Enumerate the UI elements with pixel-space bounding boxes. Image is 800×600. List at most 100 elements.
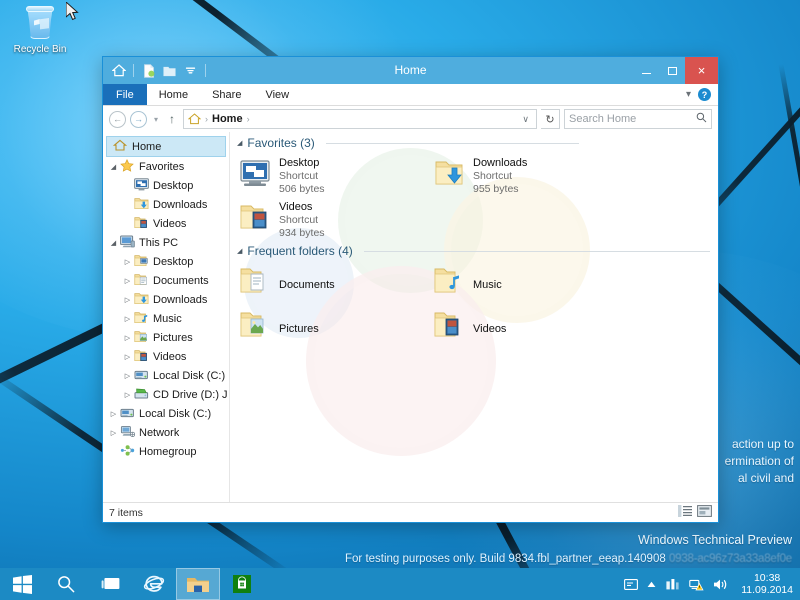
address-bar[interactable]: › Home › ∨ [183,109,537,129]
sidebar-item-this-pc[interactable]: ◢This PC [103,233,229,252]
search-input[interactable]: Search Home [569,113,696,125]
sidebar-item-desktop[interactable]: ▷Desktop [103,252,229,271]
expander-icon[interactable]: ▷ [121,296,134,304]
address-bar-row[interactable]: ← → ▾ ↑ › Home › ∨ ↻ Search Home [103,106,718,132]
back-button[interactable]: ← [109,111,126,128]
taskbar[interactable]: 10:38 11.09.2014 [0,568,800,600]
expander-icon[interactable]: ◢ [107,239,120,247]
sidebar-item-favorites[interactable]: ◢Favorites [103,157,229,176]
sidebar-item-music[interactable]: ▷Music [103,309,229,328]
list-item[interactable]: Downloads Shortcut 955 bytes [432,156,527,196]
forward-button[interactable]: → [130,111,147,128]
volume-icon[interactable] [713,578,729,591]
sidebar-item-documents[interactable]: ▷Documents [103,271,229,290]
up-button[interactable]: ↑ [165,112,179,126]
item-name: Downloads [473,157,527,170]
customize-dropdown-icon[interactable] [181,61,200,80]
close-button[interactable]: × [685,57,718,84]
breadcrumb-separator[interactable]: › [247,114,250,124]
network-warning-icon[interactable] [689,578,704,591]
sidebar-item-pictures[interactable]: ▷Pictures [103,328,229,347]
expander-icon[interactable]: ▷ [121,372,134,380]
group-header-favorites[interactable]: ◢ Favorites (3) [234,136,579,150]
tab-share[interactable]: Share [200,84,253,105]
internet-explorer-button[interactable] [132,568,176,600]
sidebar-item-videos[interactable]: ▷Videos [103,347,229,366]
expander-icon[interactable]: ▷ [121,277,134,285]
sidebar-item-desktop[interactable]: Desktop [103,176,229,195]
refresh-button[interactable]: ↻ [541,109,560,129]
tab-file[interactable]: File [103,84,147,105]
sidebar-item-homegroup[interactable]: Homegroup [103,442,229,461]
collapse-icon[interactable]: ◢ [237,247,242,255]
search-box[interactable]: Search Home [564,109,712,129]
expander-icon[interactable]: ▷ [121,315,134,323]
sidebar-item-local-disk-c[interactable]: ▷Local Disk (C:) [103,366,229,385]
file-explorer-window[interactable]: Home × File Home Share View ▾ ? ← → [102,56,719,523]
help-icon[interactable]: ? [698,88,711,101]
properties-icon[interactable] [139,61,158,80]
task-view-button[interactable] [88,568,132,600]
ribbon-tabs[interactable]: File Home Share View ▾ ? [103,84,718,106]
expander-icon[interactable]: ▷ [107,410,120,418]
sidebar-item-network[interactable]: ▷Network [103,423,229,442]
list-item[interactable]: Videos [432,308,506,342]
sidebar-item-cd-drive-d-jm1[interactable]: ▷CD Drive (D:) JM1 [103,385,229,404]
show-hidden-icons-button[interactable] [647,581,656,588]
sidebar-item-local-disk-c[interactable]: ▷Local Disk (C:) [103,404,229,423]
expander-icon[interactable]: ▷ [121,258,134,266]
file-explorer-button[interactable] [176,568,220,600]
quick-access-toolbar[interactable] [103,61,209,80]
sidebar-item-videos[interactable]: Videos [103,214,229,233]
expander-icon[interactable]: ▷ [121,391,134,399]
window-controls[interactable]: × [633,57,718,84]
tab-home[interactable]: Home [147,84,200,105]
large-icons-view-button[interactable] [697,505,712,520]
network-icon[interactable] [665,578,680,591]
desktop-icon-recycle-bin[interactable]: Recycle Bin [8,6,72,56]
item-name: Videos [473,323,506,336]
breadcrumb-home[interactable]: Home [212,113,243,125]
collapse-icon[interactable]: ◢ [237,139,242,147]
status-bar: 7 items [103,502,718,522]
sidebar-item-home[interactable]: Home [106,136,226,157]
action-center-icon[interactable] [624,579,638,590]
music-folder-icon [432,264,466,298]
recent-locations-icon[interactable]: ▾ [151,115,161,124]
list-item[interactable]: Music [432,264,502,298]
expander-icon[interactable]: ▷ [107,429,120,437]
new-folder-icon[interactable] [160,61,179,80]
item-count: 7 items [109,507,143,519]
star-icon [120,159,136,174]
content-pane[interactable]: ◢ Favorites (3) [230,132,718,502]
tab-view[interactable]: View [253,84,301,105]
minimize-button[interactable] [633,57,659,84]
list-item[interactable]: Videos Shortcut 934 bytes [238,200,325,240]
maximize-button[interactable] [659,57,685,84]
details-view-button[interactable] [678,505,692,520]
start-button[interactable] [0,568,44,600]
list-item[interactable]: Desktop Shortcut 506 bytes [238,156,325,196]
expander-icon[interactable]: ◢ [107,163,120,171]
videos-icon [134,216,150,231]
store-button[interactable] [220,568,264,600]
system-tray[interactable]: 10:38 11.09.2014 [624,572,800,596]
expander-icon[interactable]: ▷ [121,353,134,361]
expander-icon[interactable]: ▷ [121,334,134,342]
sidebar-item-downloads[interactable]: Downloads [103,195,229,214]
item-name: Videos [279,201,325,214]
desktop[interactable]: Recycle Bin action up to ermination of a… [0,0,800,600]
sidebar-item-downloads[interactable]: ▷Downloads [103,290,229,309]
home-icon[interactable] [109,61,128,80]
group-header-frequent-folders[interactable]: ◢ Frequent folders (4) [234,244,710,258]
watermark-build: For testing purposes only. Build 9834.fb… [345,553,792,565]
documents-folder-icon [238,264,272,298]
list-item[interactable]: Pictures [238,308,319,342]
clock[interactable]: 10:38 11.09.2014 [738,572,793,596]
list-item[interactable]: Documents [238,264,335,298]
navigation-pane[interactable]: Home◢FavoritesDesktopDownloadsVideos◢Thi… [103,132,230,502]
address-dropdown-icon[interactable]: ∨ [522,114,532,125]
search-button[interactable] [44,568,88,600]
window-titlebar[interactable]: Home × [103,57,718,84]
chevron-down-icon[interactable]: ▾ [686,90,691,100]
